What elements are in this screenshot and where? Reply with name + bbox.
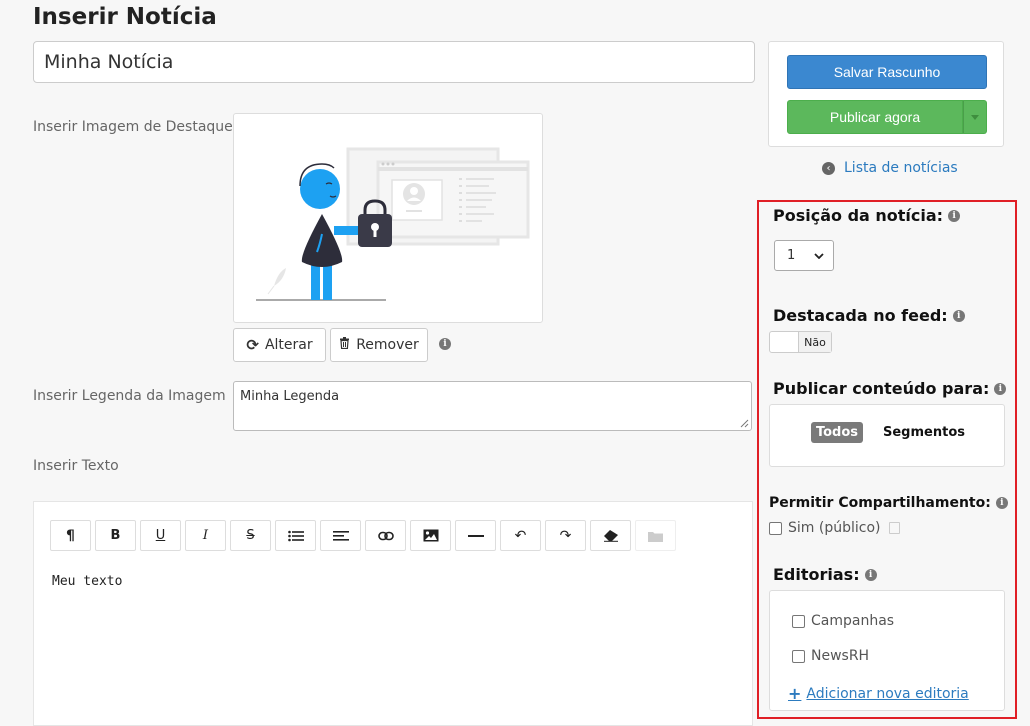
eraser-icon[interactable]: [590, 520, 631, 551]
remove-image-button[interactable]: Remover: [330, 328, 428, 362]
resize-grip-icon[interactable]: [740, 419, 749, 428]
remove-label: Remover: [356, 337, 419, 353]
caption-value: Minha Legenda: [240, 389, 340, 404]
add-editoria-link[interactable]: + Adicionar nova editoria: [788, 684, 969, 703]
featured-title: Destacada no feed: i: [773, 306, 965, 325]
page-title: Inserir Notícia: [33, 4, 217, 30]
page: Inserir Notícia Inserir Imagem de Destaq…: [0, 0, 1030, 726]
featured-toggle-label: Não: [798, 332, 831, 352]
text-label: Inserir Texto: [33, 458, 119, 474]
chevron-down-icon: [814, 252, 824, 259]
editoria-label: NewsRH: [811, 648, 870, 664]
image-info-icon[interactable]: i: [439, 338, 451, 350]
share-title-text: Permitir Compartilhamento:: [769, 495, 991, 511]
alter-image-button[interactable]: ⟳ Alterar: [233, 328, 326, 362]
undo-icon[interactable]: ↶: [500, 520, 541, 551]
share-title: Permitir Compartilhamento: i: [769, 495, 1008, 511]
info-icon[interactable]: i: [952, 309, 965, 322]
share-option[interactable]: Sim (público): [769, 520, 901, 536]
share-option-label: Sim (público): [788, 520, 881, 536]
caption-label: Inserir Legenda da Imagem: [33, 388, 226, 404]
editoria-label: Campanhas: [811, 613, 895, 629]
position-select[interactable]: 1: [774, 240, 834, 271]
caption-textarea[interactable]: Minha Legenda: [233, 381, 752, 431]
info-icon[interactable]: i: [864, 568, 877, 581]
align-icon[interactable]: [320, 520, 361, 551]
info-icon[interactable]: i: [995, 497, 1008, 509]
save-draft-button[interactable]: Salvar Rascunho: [787, 55, 987, 89]
news-list-link[interactable]: ‹ Lista de notícias: [822, 160, 958, 176]
audience-all-option[interactable]: Todos: [811, 422, 863, 443]
title-input[interactable]: [33, 41, 755, 83]
audience-title: Publicar conteúdo para: i: [773, 379, 1007, 398]
bold-icon[interactable]: B: [95, 520, 136, 551]
illustration-image: [256, 147, 530, 301]
copy-icon[interactable]: [889, 522, 901, 534]
underline-icon[interactable]: U: [140, 520, 181, 551]
news-list-label: Lista de notícias: [844, 160, 958, 176]
trash-icon: [339, 337, 350, 353]
editoria-item-newsrh[interactable]: NewsRH: [792, 648, 869, 664]
horizontal-rule-icon[interactable]: [455, 520, 496, 551]
info-icon[interactable]: i: [948, 209, 961, 222]
paragraph-icon[interactable]: ¶: [50, 520, 91, 551]
featured-title-text: Destacada no feed:: [773, 306, 948, 325]
editorias-title-text: Editorias:: [773, 565, 860, 584]
chevron-left-icon: ‹: [822, 161, 835, 175]
position-value: 1: [787, 248, 796, 263]
rich-text-editor[interactable]: ¶ B U I S ↶ ↷ Meu texto: [33, 501, 753, 726]
audience-title-text: Publicar conteúdo para:: [773, 379, 990, 398]
image-icon[interactable]: [410, 520, 451, 551]
caret-down-icon: [971, 114, 979, 120]
editoria-checkbox[interactable]: [792, 614, 805, 628]
publish-now-button[interactable]: Publicar agora: [787, 100, 963, 134]
folder-icon: [635, 520, 676, 551]
editor-toolbar: ¶ B U I S ↶ ↷: [50, 520, 676, 551]
settings-panel: Posição da notícia: i 1 Destacada no fee…: [757, 200, 1017, 719]
strikethrough-icon[interactable]: S: [230, 520, 271, 551]
position-title: Posição da notícia: i: [773, 206, 961, 225]
redo-icon[interactable]: ↷: [545, 520, 586, 551]
position-title-text: Posição da notícia:: [773, 206, 944, 225]
audience-segments-option[interactable]: Segmentos: [883, 422, 965, 443]
refresh-icon: ⟳: [246, 336, 259, 354]
link-icon[interactable]: [365, 520, 406, 551]
publish-actions: Salvar Rascunho Publicar agora: [768, 41, 1004, 147]
featured-toggle[interactable]: Não: [769, 331, 832, 353]
featured-image: [233, 113, 543, 323]
editoria-checkbox[interactable]: [792, 649, 805, 663]
alter-label: Alterar: [264, 337, 313, 353]
editoria-item-campanhas[interactable]: Campanhas: [792, 613, 894, 629]
italic-icon[interactable]: I: [185, 520, 226, 551]
add-editoria-label: Adicionar nova editoria: [806, 685, 969, 702]
editorias-list: Campanhas NewsRH + Adicionar nova editor…: [769, 590, 1005, 711]
info-icon[interactable]: i: [994, 382, 1007, 395]
editor-content[interactable]: Meu texto: [52, 574, 122, 589]
plus-icon: +: [788, 684, 802, 703]
list-icon[interactable]: [275, 520, 316, 551]
publish-options-button[interactable]: [963, 100, 987, 134]
image-label: Inserir Imagem de Destaque: [33, 119, 233, 135]
share-checkbox[interactable]: [769, 521, 782, 535]
editorias-title: Editorias: i: [773, 565, 877, 584]
audience-selector: Todos Segmentos: [769, 404, 1005, 467]
